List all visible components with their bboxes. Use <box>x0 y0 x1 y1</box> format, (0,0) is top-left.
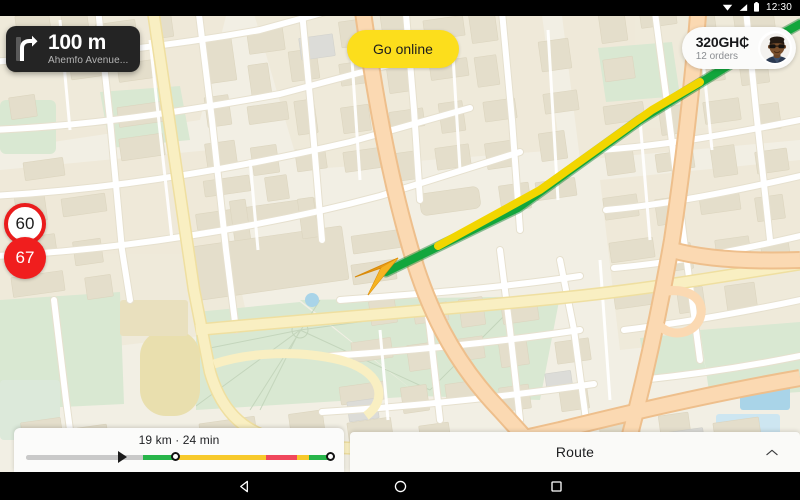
progress-track <box>26 455 334 460</box>
navigation-app-screen: 100 m Ahemfo Avenue... Go online 320GH₵ … <box>0 0 800 500</box>
recents-icon[interactable] <box>545 475 567 497</box>
eta-summary: 19 km · 24 min <box>138 433 220 447</box>
status-bar-clock: 12:30 <box>765 2 792 13</box>
route-panel-label: Route <box>555 444 595 460</box>
segment-moderate-2 <box>297 455 310 460</box>
earnings-pill[interactable]: 320GH₵ 12 orders <box>681 27 796 69</box>
signal-icon <box>738 0 748 17</box>
navigation-texts: 100 m Ahemfo Avenue... <box>48 32 128 66</box>
bottom-bar: 19 km · 24 min Route <box>0 426 800 472</box>
earnings-texts: 320GH₵ 12 orders <box>696 35 749 62</box>
current-position-marker <box>118 451 128 463</box>
speed-indicators: 60 67 <box>4 203 46 279</box>
go-online-button[interactable]: Go online <box>347 30 459 68</box>
avatar[interactable] <box>758 31 792 65</box>
segment-moderate <box>176 455 267 460</box>
battery-icon <box>753 0 760 17</box>
current-speed-badge: 67 <box>4 237 46 279</box>
maneuver-distance: 100 m <box>48 31 107 54</box>
chevron-up-icon[interactable] <box>766 443 778 461</box>
maneuver-street-name: Ahemfo Avenue... <box>48 56 129 66</box>
wifi-icon <box>722 0 733 17</box>
android-status-bar: 12:30 <box>0 0 800 16</box>
earnings-amount: 320GH₵ <box>695 33 749 50</box>
android-navigation-bar <box>0 472 800 500</box>
eta-card[interactable]: 19 km · 24 min <box>14 428 344 472</box>
turn-right-icon <box>14 34 40 64</box>
route-panel[interactable]: Route <box>350 432 800 472</box>
back-icon[interactable] <box>233 475 255 497</box>
segment-heavy <box>266 455 298 460</box>
home-icon[interactable] <box>389 475 411 497</box>
route-progress-bar[interactable] <box>26 451 336 463</box>
waypoint-marker <box>170 452 180 461</box>
navigation-instruction-card[interactable]: 100 m Ahemfo Avenue... <box>6 26 141 72</box>
status-icons <box>722 0 760 17</box>
orders-count: 12 orders <box>695 50 738 62</box>
